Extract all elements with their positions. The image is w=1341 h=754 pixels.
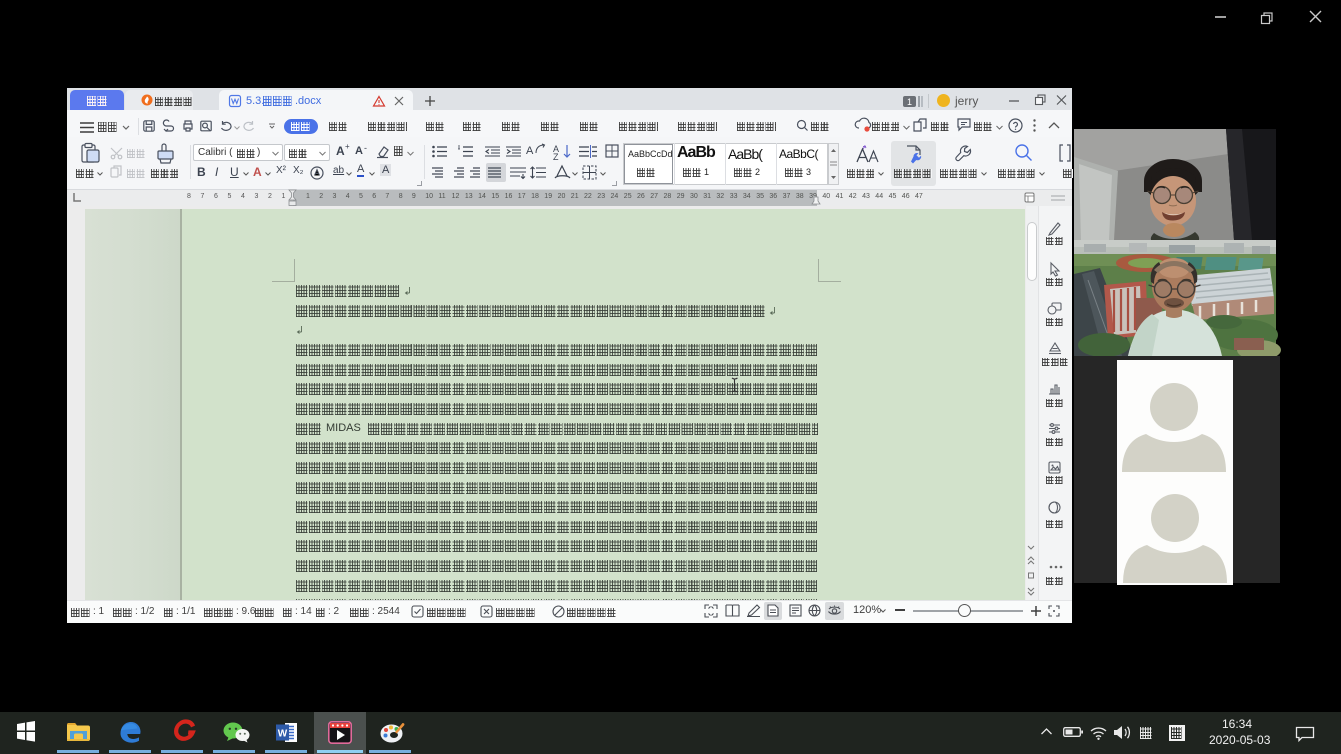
- svg-text:W: W: [278, 729, 288, 740]
